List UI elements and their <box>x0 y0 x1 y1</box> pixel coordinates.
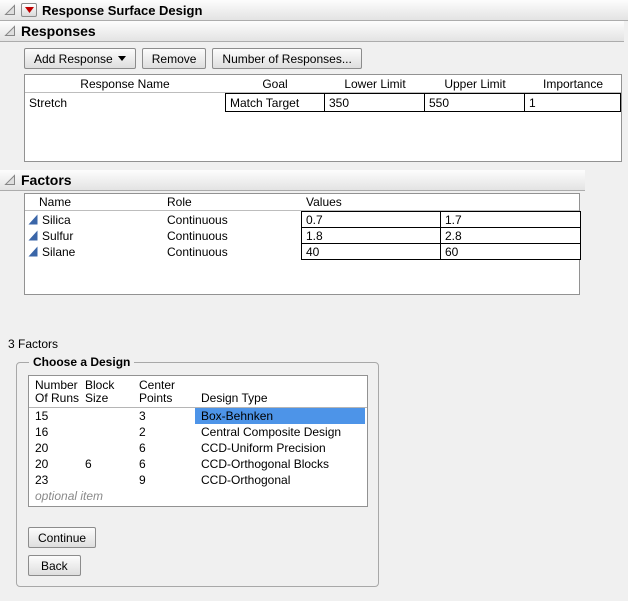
responses-disclosure-icon[interactable] <box>4 25 16 37</box>
factor-name-cell[interactable]: Sulfur <box>25 227 165 244</box>
responses-table-header: Response Name Goal Lower Limit Upper Lim… <box>25 75 621 93</box>
col-number-of-runs: Number Of Runs <box>29 379 79 407</box>
responses-section-title: Responses <box>21 23 96 39</box>
factors-table: Name Role Values Silica Continuous 0.7 1… <box>24 193 580 295</box>
red-triangle-menu-button[interactable] <box>21 3 37 17</box>
factors-section-title: Factors <box>21 172 72 188</box>
factor-count-label: 3 Factors <box>8 337 628 351</box>
factor-low-value-cell[interactable]: 40 <box>301 243 441 260</box>
disclosure-triangle-icon[interactable] <box>4 4 16 16</box>
factors-disclosure-icon[interactable] <box>4 174 16 186</box>
response-row: Stretch Match Target 350 550 1 <box>25 93 621 112</box>
design-list-header: Number Of Runs Block Size Center Points … <box>29 376 367 408</box>
response-lower-limit-cell[interactable]: 350 <box>325 93 425 112</box>
continue-button[interactable]: Continue <box>28 527 96 548</box>
choose-design-groupbox: Choose a Design Number Of Runs Block Siz… <box>16 355 379 587</box>
response-importance-cell[interactable]: 1 <box>525 93 621 112</box>
col-role: Role <box>165 194 301 210</box>
design-row-ccd-orthogonal[interactable]: 23 9 CCD-Orthogonal <box>29 472 367 488</box>
col-name: Name <box>25 194 165 210</box>
col-values: Values <box>301 194 581 210</box>
selected-design-type: Box-Behnken <box>195 408 365 424</box>
factor-name-label: Silica <box>42 213 71 227</box>
back-button[interactable]: Back <box>28 555 81 576</box>
factor-high-value-cell[interactable]: 60 <box>441 243 581 260</box>
design-row-ccd-orthogonal-blocks[interactable]: 20 6 6 CCD-Orthogonal Blocks <box>29 456 367 472</box>
continuous-factor-icon <box>28 246 38 257</box>
responses-button-row: Add Response Remove Number of Responses.… <box>24 48 628 69</box>
col-center-points: Center Points <box>133 379 195 407</box>
factor-role-cell[interactable]: Continuous <box>165 211 301 228</box>
optional-item-placeholder: optional item <box>29 488 367 504</box>
factor-row: Silica Continuous 0.7 1.7 <box>25 211 579 228</box>
response-name-cell[interactable]: Stretch <box>25 93 225 112</box>
add-response-label: Add Response <box>34 52 113 66</box>
factor-name-label: Sulfur <box>42 229 73 243</box>
design-row-ccd-uniform-precision[interactable]: 20 6 CCD-Uniform Precision <box>29 440 367 456</box>
design-list: Number Of Runs Block Size Center Points … <box>28 375 368 507</box>
factor-role-cell[interactable]: Continuous <box>165 227 301 244</box>
factor-low-value-cell[interactable]: 0.7 <box>301 211 441 228</box>
design-row-box-behnken[interactable]: 15 3 Box-Behnken <box>29 408 367 424</box>
col-lower-limit: Lower Limit <box>325 75 425 92</box>
dropdown-arrow-icon <box>118 56 126 61</box>
design-row-central-composite[interactable]: 16 2 Central Composite Design <box>29 424 367 440</box>
continuous-factor-icon <box>28 230 38 241</box>
continuous-factor-icon <box>28 214 38 225</box>
factor-low-value-cell[interactable]: 1.8 <box>301 227 441 244</box>
col-block-size: Block Size <box>79 379 133 407</box>
number-of-responses-button[interactable]: Number of Responses... <box>212 48 361 69</box>
col-design-type: Design Type <box>195 379 365 407</box>
factor-role-cell[interactable]: Continuous <box>165 243 301 260</box>
title-bar: Response Surface Design <box>0 0 628 21</box>
col-response-name: Response Name <box>25 75 225 92</box>
factor-row: Silane Continuous 40 60 <box>25 243 579 260</box>
factor-name-cell[interactable]: Silane <box>25 243 165 260</box>
choose-design-title: Choose a Design <box>29 355 134 369</box>
red-triangle-icon <box>25 7 34 13</box>
factors-table-header: Name Role Values <box>25 194 579 211</box>
factor-high-value-cell[interactable]: 1.7 <box>441 211 581 228</box>
responses-header-bar: Responses <box>0 21 624 42</box>
factor-name-label: Silane <box>42 245 75 259</box>
col-importance: Importance <box>525 75 621 92</box>
col-goal: Goal <box>225 75 325 92</box>
factor-name-cell[interactable]: Silica <box>25 211 165 228</box>
factor-high-value-cell[interactable]: 2.8 <box>441 227 581 244</box>
factors-header-bar: Factors <box>0 170 585 191</box>
remove-button[interactable]: Remove <box>142 48 207 69</box>
page-title: Response Surface Design <box>42 3 202 18</box>
add-response-button[interactable]: Add Response <box>24 48 136 69</box>
response-goal-cell[interactable]: Match Target <box>225 93 325 112</box>
responses-table: Response Name Goal Lower Limit Upper Lim… <box>24 74 622 162</box>
factor-row: Sulfur Continuous 1.8 2.8 <box>25 227 579 244</box>
col-upper-limit: Upper Limit <box>425 75 525 92</box>
response-upper-limit-cell[interactable]: 550 <box>425 93 525 112</box>
